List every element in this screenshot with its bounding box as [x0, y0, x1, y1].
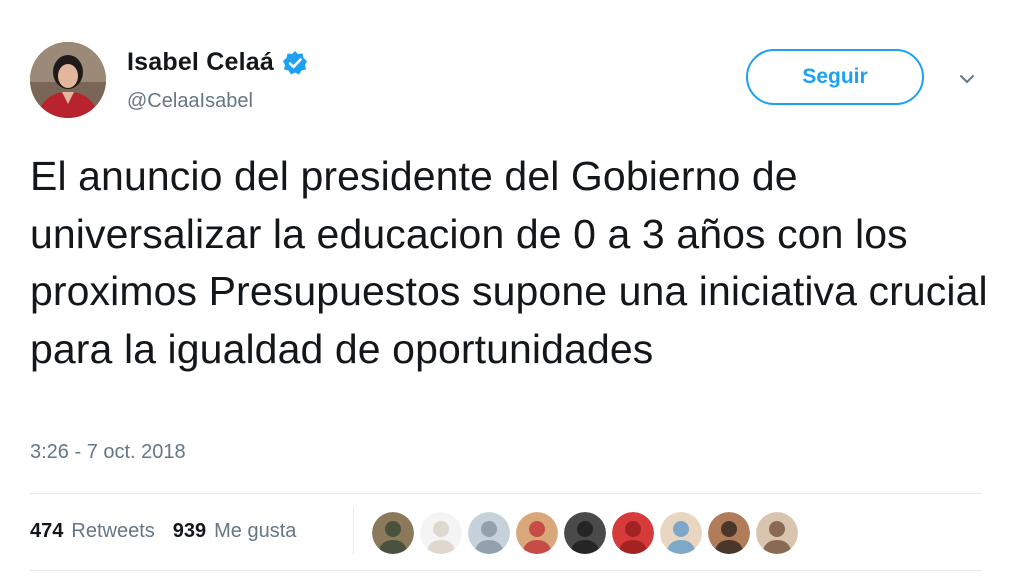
chevron-down-icon[interactable] — [954, 66, 980, 92]
liker-avatars — [372, 512, 798, 554]
liker-avatar-5[interactable] — [564, 512, 606, 554]
liker-avatar-2[interactable] — [420, 512, 462, 554]
likes-count: 939 — [172, 520, 207, 542]
author-handle[interactable]: @CelaaIsabel — [127, 90, 253, 113]
author-display-name[interactable]: Isabel Celaá — [127, 48, 274, 77]
likes-label: Me gusta — [214, 520, 297, 542]
follow-button[interactable]: Seguir — [746, 49, 924, 105]
stats-bottom-divider — [30, 570, 982, 571]
liker-avatar-6[interactable] — [612, 512, 654, 554]
retweets-stat[interactable]: 474 Retweets — [30, 520, 155, 543]
liker-avatar-1[interactable] — [372, 512, 414, 554]
author-name-row: Isabel Celaá — [127, 48, 308, 77]
retweets-count: 474 — [30, 520, 64, 542]
liker-avatar-7[interactable] — [660, 512, 702, 554]
likes-stat[interactable]: 939 Me gusta — [173, 520, 297, 543]
verified-badge-icon — [282, 50, 308, 76]
author-avatar[interactable] — [30, 42, 106, 118]
tweet-timestamp[interactable]: 3:26 - 7 oct. 2018 — [30, 441, 186, 464]
stats-separator — [353, 508, 354, 554]
stats-top-divider — [30, 493, 982, 494]
tweet-stats: 474 Retweets 939 Me gusta — [30, 520, 314, 543]
retweets-label: Retweets — [71, 520, 155, 542]
liker-avatar-3[interactable] — [468, 512, 510, 554]
tweet-card: Isabel Celaá @CelaaIsabel Seguir El anun… — [0, 0, 1024, 576]
liker-avatar-9[interactable] — [756, 512, 798, 554]
tweet-text: El anuncio del presidente del Gobierno d… — [30, 153, 988, 372]
liker-avatar-8[interactable] — [708, 512, 750, 554]
liker-avatar-4[interactable] — [516, 512, 558, 554]
